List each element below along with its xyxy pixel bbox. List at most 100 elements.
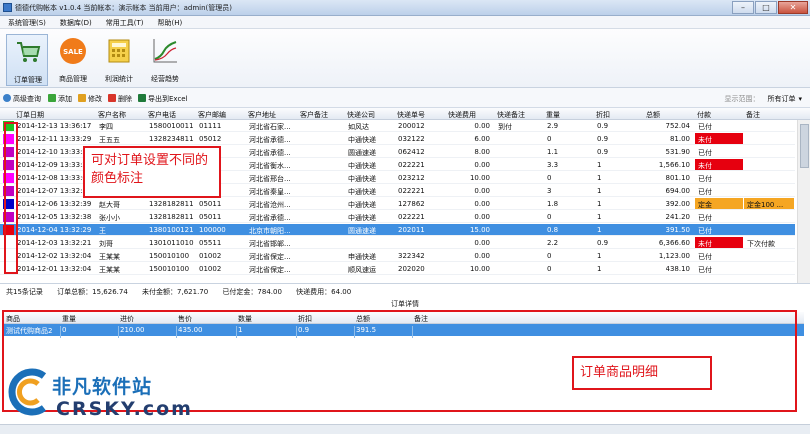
cell-zip: 05511 <box>199 239 222 247</box>
column-header[interactable]: 订单日期 <box>16 110 44 120</box>
ribbon-business-trend[interactable]: 经营趋势 <box>144 34 186 86</box>
ribbon-label: 经营趋势 <box>151 75 179 83</box>
cell-express: 中通快递 <box>348 188 376 196</box>
order-total: 订单总额：15,626.74 <box>57 288 128 296</box>
column-header[interactable]: 快递单号 <box>397 110 425 120</box>
cell-name: 张小小 <box>99 214 120 222</box>
column-header[interactable]: 重量 <box>546 110 560 120</box>
cell-weight: 1.8 <box>547 200 559 208</box>
cell-total: 241.20 <box>665 213 691 221</box>
status-bar <box>0 424 810 434</box>
export-excel-button[interactable]: 导出到Excel <box>138 94 188 104</box>
add-icon <box>48 94 56 102</box>
cell-no: 062412 <box>398 148 425 156</box>
column-header[interactable]: 客户邮编 <box>198 110 226 120</box>
svg-text:SALE: SALE <box>63 48 83 56</box>
menu-help[interactable]: 帮助(H) <box>150 16 189 28</box>
column-header[interactable]: 快递费用 <box>448 110 476 120</box>
column-header[interactable]: 付款 <box>697 110 711 120</box>
cell-note: 下次付款 <box>747 240 775 248</box>
cell-date: 2014-12-04 13:32:29 <box>17 226 92 234</box>
column-header[interactable]: 客户备注 <box>300 110 328 120</box>
delete-button[interactable]: 删除 <box>108 94 132 104</box>
table-row[interactable]: 2014-12-02 13:32:04 王某某 150010100 01002 河北省保… <box>0 250 795 262</box>
cell-date: 2014-12-01 13:32:04 <box>17 265 92 273</box>
table-row[interactable]: 2014-12-05 13:32:38 张小小 1328182811 05011 河北省… <box>0 211 795 223</box>
cell-zip: 01002 <box>199 252 222 260</box>
cell-weight: 3.3 <box>547 161 559 169</box>
table-row[interactable]: 2014-12-06 13:32:39 赵大哥 1328182811 05011 河北省… <box>0 198 795 210</box>
scrollbar-thumb[interactable] <box>800 124 809 168</box>
edit-button[interactable]: 修改 <box>78 94 102 104</box>
calculator-icon <box>108 39 130 63</box>
toolbar-label: 修改 <box>88 95 102 103</box>
cell-addr: 河北省承德... <box>249 149 291 157</box>
cell-total: 801.10 <box>665 174 691 182</box>
menu-database[interactable]: 数据库(D) <box>52 16 98 28</box>
column-header[interactable]: 折扣 <box>596 110 610 120</box>
cell-pay: 未付 <box>698 240 712 248</box>
detail-title: 订单详情 <box>391 300 419 308</box>
column-header[interactable]: 总额 <box>646 110 660 120</box>
table-row[interactable]: 2014-12-04 13:32:29 王 1380100121 100000 北京市朝… <box>0 224 795 236</box>
display-range: 显示范围： 所有订单 <box>724 94 802 104</box>
cell-no: 202011 <box>398 226 425 234</box>
close-button[interactable]: ✕ <box>778 1 808 14</box>
column-header[interactable]: 备注 <box>746 110 760 120</box>
cell-zip: 05011 <box>199 213 222 221</box>
table-row[interactable]: 2014-12-11 13:33:29 王五五 1328234811 05012 河北省… <box>0 133 795 145</box>
add-button[interactable]: 添加 <box>48 94 72 104</box>
cell-disc: 1 <box>597 252 602 260</box>
express-total: 快递费用：64.00 <box>296 288 352 296</box>
ribbon-order-management[interactable]: 订单管理 <box>6 34 48 86</box>
column-header[interactable]: 客户名称 <box>98 110 126 120</box>
cell-pay: 未付 <box>698 136 712 144</box>
minimize-button[interactable]: – <box>732 1 754 14</box>
cell-no: 022221 <box>398 213 425 221</box>
cell-pay: 已付 <box>698 253 712 261</box>
cell-phone: 1580010011 <box>149 122 194 130</box>
cell-no: 022221 <box>398 187 425 195</box>
cell-date: 2014-12-05 13:32:38 <box>17 213 92 221</box>
cell-phone: 1301011010 <box>149 239 194 247</box>
column-header[interactable]: 客户地址 <box>248 110 276 120</box>
toolbar-label: 删除 <box>118 95 132 103</box>
vertical-scrollbar[interactable] <box>797 120 810 283</box>
column-header[interactable]: 客户电话 <box>148 110 176 120</box>
range-select[interactable]: 所有订单 <box>767 95 802 103</box>
column-header[interactable]: 快递公司 <box>347 110 375 120</box>
cell-phone: 1328182811 <box>149 213 194 221</box>
maximize-button[interactable]: □ <box>755 1 777 14</box>
advanced-search-button[interactable]: 高级查询 <box>3 94 41 104</box>
cell-disc: 1 <box>597 200 602 208</box>
cell-disc: 0.9 <box>597 239 609 247</box>
table-row[interactable]: 2014-12-03 13:32:21 刘哥 1301011010 05511 河北省邯… <box>0 237 795 249</box>
cell-fee: 10.00 <box>469 265 490 273</box>
cell-date: 2014-12-03 13:32:21 <box>17 239 92 247</box>
table-row[interactable]: 2014-12-13 13:36:17 李四 1580010011 01111 河北省石… <box>0 120 795 132</box>
cell-total: 1,123.00 <box>658 252 690 260</box>
cell-express: 顺风速运 <box>348 266 376 274</box>
cell-pay: 已付 <box>698 149 712 157</box>
cell-phone: 1328234811 <box>149 135 194 143</box>
cell-zip: 01111 <box>199 122 222 130</box>
cell-name: 刘哥 <box>99 240 113 248</box>
edit-icon <box>78 94 86 102</box>
ribbon-product-management[interactable]: SALE 商品管理 <box>52 34 94 86</box>
table-row[interactable]: 2014-12-01 13:32:04 王某某 150010100 01002 河北省保… <box>0 263 795 275</box>
cell-disc: 1 <box>597 174 602 182</box>
cell-addr: 河北省邯郸... <box>249 240 291 248</box>
cell-weight: 0 <box>547 265 552 273</box>
cell-fee: 15.00 <box>469 226 490 234</box>
menu-system[interactable]: 系统管理(S) <box>0 16 52 28</box>
cell-no: 200012 <box>398 122 425 130</box>
cell-name: 王某某 <box>99 253 120 261</box>
toolbar-label: 导出到Excel <box>148 95 188 103</box>
cell-weight: 0 <box>547 252 552 260</box>
column-header[interactable]: 快递备注 <box>497 110 525 120</box>
sale-tag-icon: SALE <box>60 38 86 64</box>
menu-tools[interactable]: 常用工具(T) <box>98 16 150 28</box>
ribbon-profit-stats[interactable]: 利润统计 <box>98 34 140 86</box>
cell-fee: 8.00 <box>474 148 490 156</box>
cell-name: 赵大哥 <box>99 201 120 209</box>
